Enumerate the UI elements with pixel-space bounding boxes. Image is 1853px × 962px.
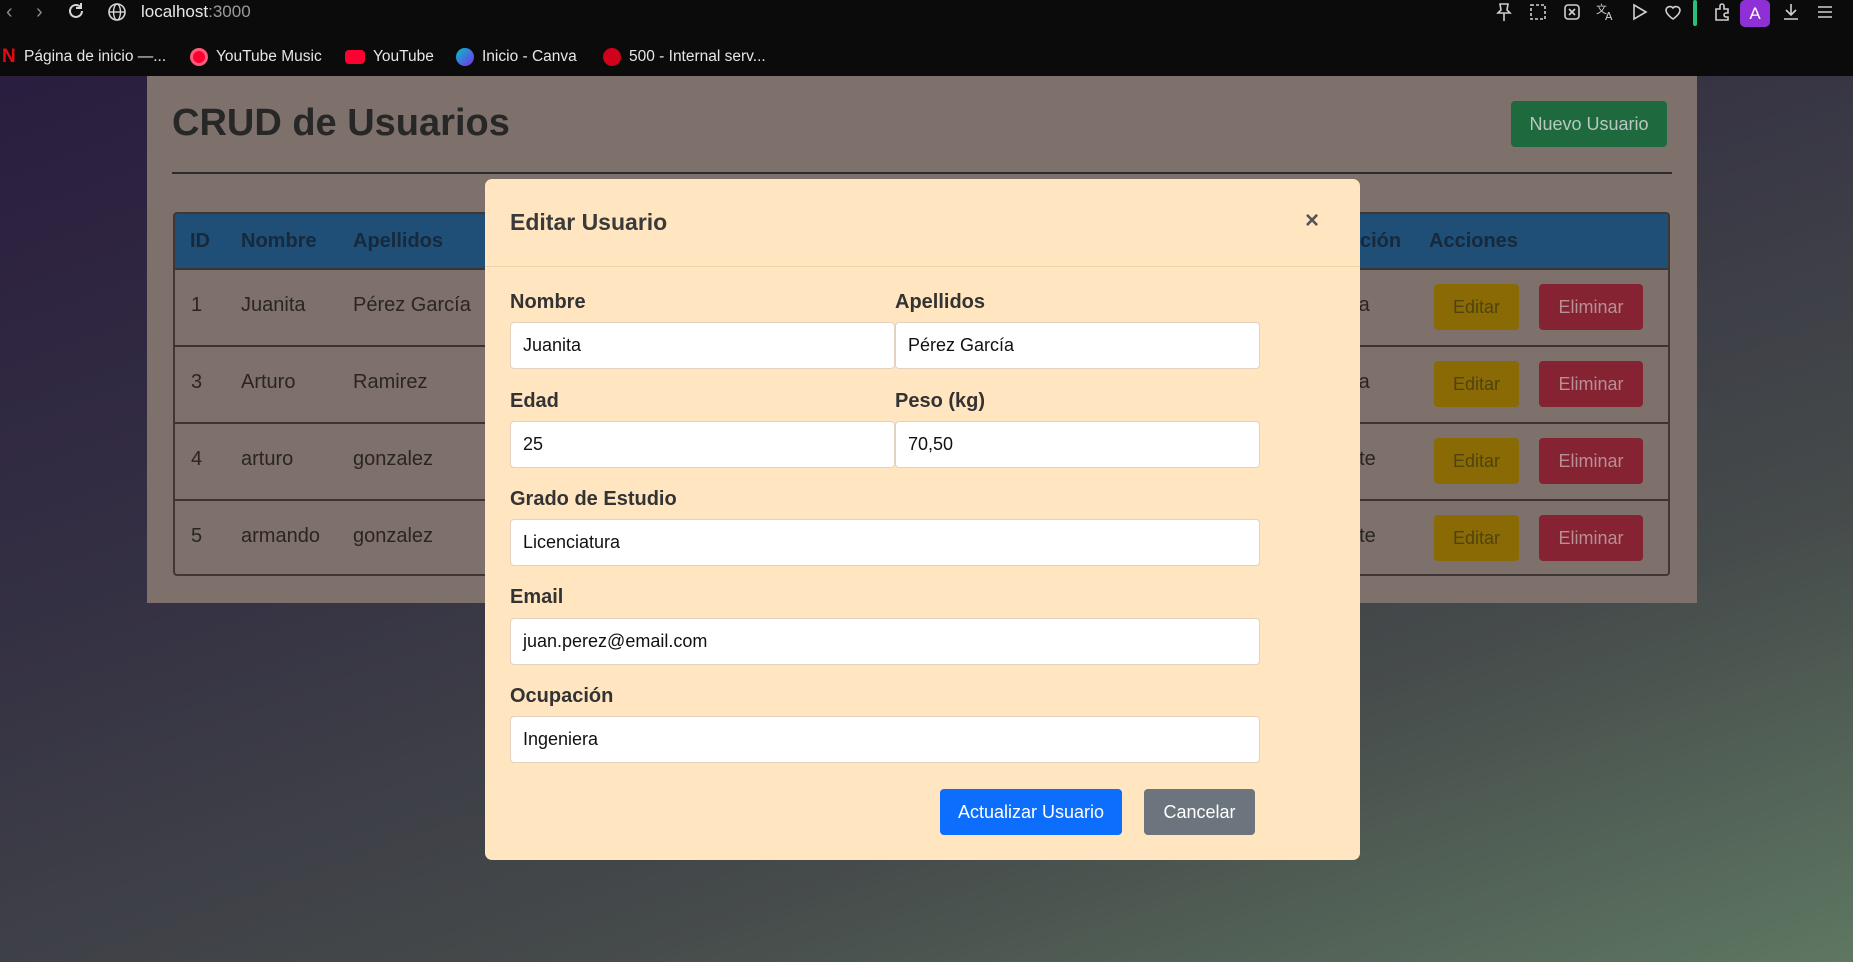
edit-user-modal: Editar Usuario × Nombre Juanita Apellido… (485, 179, 1360, 860)
edit-button[interactable]: Editar (1434, 361, 1519, 407)
pin-icon[interactable] (1493, 1, 1515, 23)
heart-icon[interactable] (1662, 1, 1684, 23)
bookmark-youtube[interactable]: YouTube (345, 44, 434, 70)
header-apellidos: Apellidos (353, 230, 444, 252)
email-input[interactable]: juan.perez@email.com (510, 618, 1260, 665)
edad-label: Edad (510, 390, 559, 412)
bookmark-label: YouTube Music (216, 48, 322, 65)
cell-nombre: Arturo (241, 371, 296, 393)
peso-label: Peso (kg) (895, 390, 986, 412)
email-label: Email (510, 586, 564, 608)
netflix-icon: N (2, 46, 16, 67)
back-icon[interactable]: ‹ (6, 2, 13, 22)
cell-apellidos: gonzalez (353, 525, 434, 547)
canva-icon (456, 48, 474, 66)
nombre-label: Nombre (510, 291, 586, 313)
reload-icon[interactable] (66, 1, 86, 25)
forward-icon[interactable]: › (36, 2, 43, 22)
youtube-icon (345, 50, 365, 64)
bookmark-youtube-music[interactable]: YouTube Music (190, 44, 322, 70)
bookmark-canva[interactable]: Inicio - Canva (456, 44, 577, 70)
ocupacion-input[interactable]: Ingeniera (510, 716, 1260, 763)
svg-text:A: A (1605, 10, 1613, 23)
apellidos-input[interactable]: Pérez García (895, 322, 1260, 369)
peso-input[interactable]: 70,50 (895, 421, 1260, 468)
grado-label: Grado de Estudio (510, 488, 677, 510)
cell-id: 3 (191, 371, 203, 393)
site-info-icon[interactable] (106, 1, 128, 23)
extensions-icon[interactable] (1711, 1, 1733, 23)
header-id: ID (190, 230, 210, 252)
cell-nombre: Juanita (241, 294, 306, 316)
blocker-icon[interactable] (1561, 1, 1583, 23)
cell-nombre: armando (241, 525, 320, 547)
grado-input[interactable]: Licenciatura (510, 519, 1260, 566)
cell-id: 1 (191, 294, 203, 316)
header-nombre: Nombre (241, 230, 317, 252)
bookmark-label: 500 - Internal serv... (629, 48, 766, 65)
new-user-button[interactable]: Nuevo Usuario (1511, 101, 1667, 147)
cell-apellidos: Pérez García (353, 294, 471, 316)
title-divider (172, 172, 1672, 174)
bookmark-label: Inicio - Canva (482, 48, 577, 65)
delete-button[interactable]: Eliminar (1539, 438, 1643, 484)
cell-apellidos: Ramirez (353, 371, 428, 393)
edit-button[interactable]: Editar (1434, 515, 1519, 561)
toolbar-divider (1693, 0, 1697, 26)
menu-icon[interactable] (1814, 1, 1836, 23)
header-acciones: Acciones (1429, 230, 1518, 252)
cell-id: 5 (191, 525, 203, 547)
youtube-music-icon (190, 48, 208, 66)
bookmark-netflix[interactable]: N Página de inicio —... (2, 44, 166, 70)
profile-avatar[interactable]: A (1740, 0, 1770, 27)
cell-nombre: arturo (241, 448, 294, 470)
error-site-icon (603, 48, 621, 66)
screenshot-icon[interactable] (1527, 1, 1549, 23)
address-bar[interactable]: localhost:3000 (141, 2, 251, 22)
modal-title: Editar Usuario (510, 209, 668, 235)
modal-header: Editar Usuario × (485, 179, 1360, 267)
bookmark-label: Página de inicio —... (24, 48, 167, 65)
edit-button[interactable]: Editar (1434, 284, 1519, 330)
bookmark-label: YouTube (373, 48, 434, 65)
update-user-button[interactable]: Actualizar Usuario (940, 789, 1122, 835)
edit-button[interactable]: Editar (1434, 438, 1519, 484)
apellidos-label: Apellidos (895, 291, 986, 313)
cell-id: 4 (191, 448, 203, 470)
translate-icon[interactable]: 文A (1594, 1, 1616, 23)
delete-button[interactable]: Eliminar (1539, 515, 1643, 561)
browser-toolbar: ‹ › localhost:3000 文A A (0, 0, 1853, 40)
delete-button[interactable]: Eliminar (1539, 361, 1643, 407)
bookmark-500-error[interactable]: 500 - Internal serv... (603, 44, 766, 70)
delete-button[interactable]: Eliminar (1539, 284, 1643, 330)
bookmarks-bar: N Página de inicio —... YouTube Music Yo… (0, 40, 1853, 76)
cell-apellidos: gonzalez (353, 448, 434, 470)
header-ocupacion: ción (1360, 230, 1402, 252)
edad-input[interactable]: 25 (510, 421, 895, 468)
play-icon[interactable] (1628, 1, 1650, 23)
ocupacion-label: Ocupación (510, 685, 614, 707)
close-icon[interactable]: × (1305, 207, 1319, 235)
url-port: :3000 (208, 2, 251, 21)
cancel-button[interactable]: Cancelar (1144, 789, 1255, 835)
download-icon[interactable] (1780, 1, 1802, 23)
nombre-input[interactable]: Juanita (510, 322, 895, 369)
url-host: localhost (141, 2, 209, 21)
page-title: CRUD de Usuarios (172, 102, 510, 144)
